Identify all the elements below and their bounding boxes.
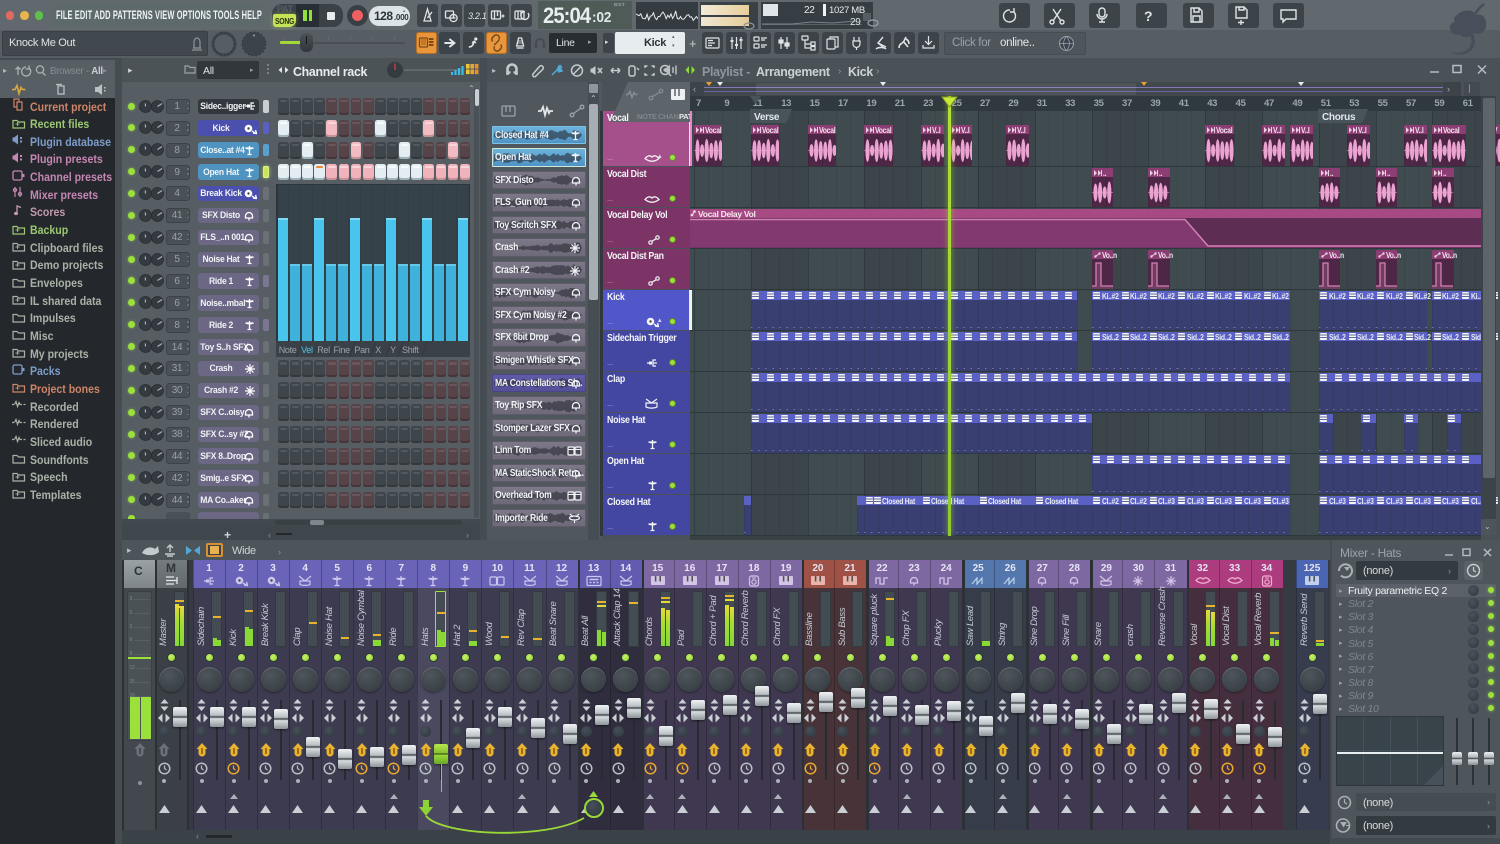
svg-text:Saw Lead: Saw Lead (965, 605, 976, 646)
svg-text:String: String (997, 622, 1008, 646)
svg-text:3.2.1: 3.2.1 (468, 11, 487, 21)
svg-text:Sine Drop: Sine Drop (1029, 606, 1040, 646)
svg-text:Bassline: Bassline (804, 612, 815, 646)
svg-text:?: ? (1144, 8, 1152, 24)
svg-text:Wood: Wood (484, 621, 495, 646)
svg-text:Ride: Ride (388, 628, 399, 646)
svg-text:Hats: Hats (420, 627, 431, 646)
svg-text:Pad: Pad (676, 629, 687, 646)
svg-text:Vocal Dist: Vocal Dist (1221, 606, 1232, 646)
svg-text:crash: crash (1125, 624, 1136, 646)
svg-text:Rev Clap: Rev Clap (516, 609, 527, 646)
svg-text:Noise Hat: Noise Hat (324, 606, 335, 646)
svg-text:Reverb Send: Reverb Send (1299, 593, 1310, 646)
svg-text:Beat Snare: Beat Snare (548, 601, 559, 646)
svg-text:Chorus: Chorus (1322, 112, 1356, 123)
svg-text:Verse: Verse (754, 112, 780, 123)
svg-text:Vocal Reverb: Vocal Reverb (1253, 593, 1264, 646)
svg-text:Plucky: Plucky (933, 618, 944, 646)
svg-text:Clap: Clap (292, 628, 303, 646)
svg-text:Attack Clap 14: Attack Clap 14 (612, 588, 623, 647)
svg-text:Hat 2: Hat 2 (452, 624, 463, 646)
svg-text:Reverse Crash: Reverse Crash (1157, 587, 1168, 646)
svg-text:Master: Master (158, 618, 169, 646)
svg-text:Kick: Kick (228, 628, 239, 646)
svg-text:Chords: Chords (644, 617, 655, 646)
svg-text:Snare: Snare (1093, 622, 1104, 646)
svg-text:Chord + Pad: Chord + Pad (708, 595, 719, 646)
svg-text:Chord FX: Chord FX (772, 607, 783, 646)
svg-text:Square pluck: Square pluck (869, 593, 880, 646)
svg-text:Noise Cymbal: Noise Cymbal (356, 589, 367, 646)
svg-text:Vocal: Vocal (1189, 623, 1200, 646)
svg-text:Sine Fill: Sine Fill (1061, 614, 1072, 646)
svg-text:Break Kick: Break Kick (260, 602, 271, 646)
svg-text:Sub Bass: Sub Bass (837, 607, 848, 646)
svg-text:Chop FX: Chop FX (901, 610, 912, 646)
svg-text:Sidechain: Sidechain (196, 607, 207, 646)
svg-text:Chord Reverb: Chord Reverb (740, 590, 751, 646)
svg-text:Beat All: Beat All (580, 615, 591, 646)
